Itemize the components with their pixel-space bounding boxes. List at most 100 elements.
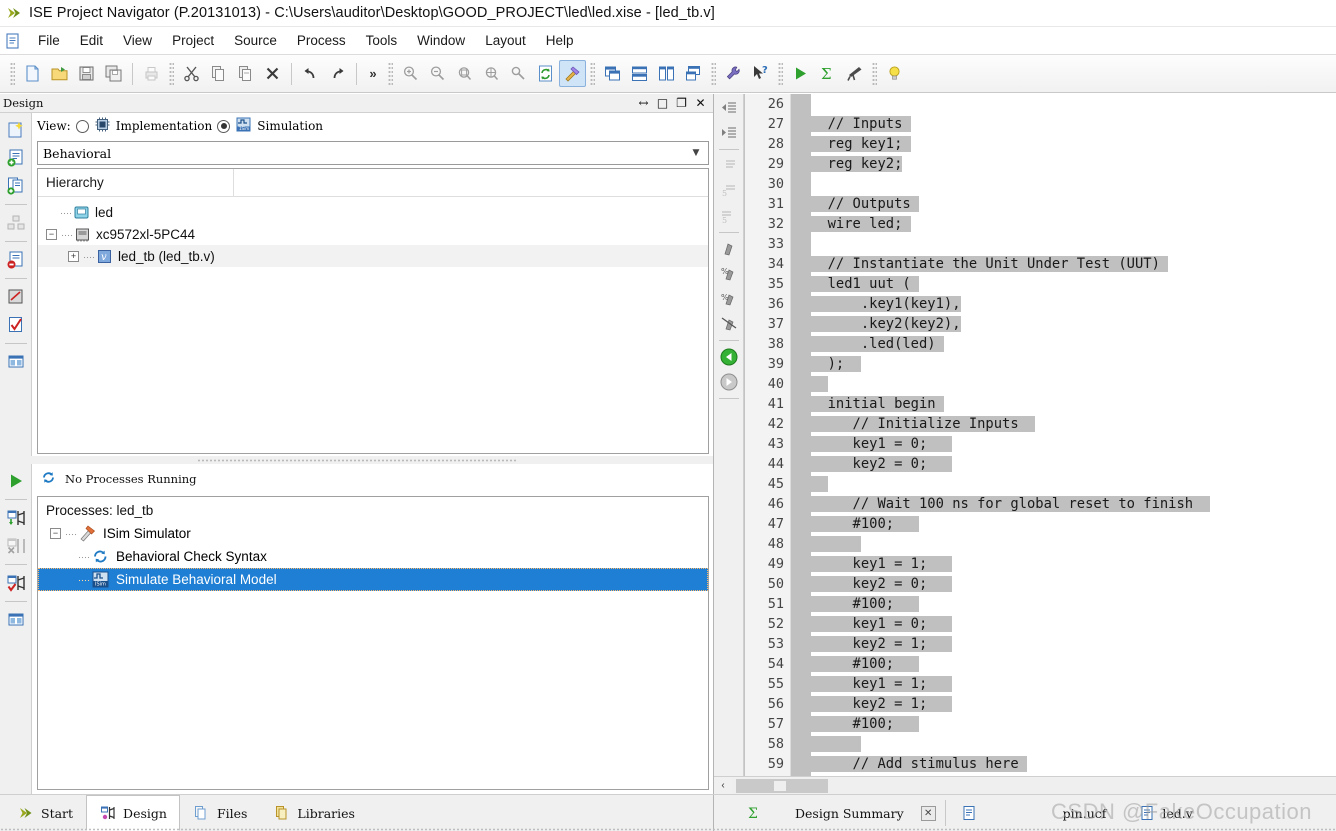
delete-x-icon[interactable]	[259, 60, 286, 87]
find-key-icon[interactable]	[505, 60, 532, 87]
code-line[interactable]: key2 = 1;	[791, 634, 1336, 654]
code-line[interactable]: key1 = 1;	[791, 674, 1336, 694]
tree-expand-toggle[interactable]: +	[68, 250, 79, 262]
tab-files[interactable]: Files	[180, 795, 260, 831]
back-arrow-icon[interactable]	[717, 345, 741, 369]
horizontal-splitter[interactable]	[0, 456, 713, 464]
tab-libraries[interactable]: Libraries	[260, 795, 368, 831]
open-folder-icon[interactable]	[46, 60, 73, 87]
code-line[interactable]: key1 = 1;	[791, 554, 1336, 574]
run-play-icon[interactable]	[787, 60, 814, 87]
forward-arrow-icon[interactable]	[717, 370, 741, 394]
wrench-settings-icon[interactable]	[720, 60, 747, 87]
code-line[interactable]	[791, 734, 1336, 754]
menu-item-tools[interactable]: Tools	[356, 30, 408, 51]
code-line[interactable]: initial begin	[791, 394, 1336, 414]
process-node-simulate-behavioral-model[interactable]: ISim Simulate Behavioral Model	[38, 568, 708, 591]
view-panel-icon[interactable]	[3, 349, 29, 375]
arrange-windows-icon[interactable]	[680, 60, 707, 87]
add-source-icon[interactable]	[3, 145, 29, 171]
summary-sigma-icon[interactable]: Σ	[814, 60, 841, 87]
behavioral-combo[interactable]: Behavioral ▼	[37, 141, 709, 165]
menu-item-project[interactable]: Project	[162, 30, 224, 51]
paste-icon[interactable]	[232, 60, 259, 87]
code-line[interactable]: #100;	[791, 514, 1336, 534]
next-bookmark-icon[interactable]: %	[717, 262, 741, 286]
code-line[interactable]: wire led;	[791, 214, 1336, 234]
tab-design[interactable]: Design	[86, 795, 180, 831]
clear-bookmarks-icon[interactable]	[717, 312, 741, 336]
outdent-icon[interactable]	[717, 96, 741, 120]
code-line[interactable]	[791, 94, 1336, 114]
rerun-process-icon[interactable]	[3, 505, 29, 531]
redo-icon[interactable]	[324, 60, 351, 87]
code-line[interactable]: );	[791, 354, 1336, 374]
zoom-out-icon[interactable]	[424, 60, 451, 87]
design-utilities-icon[interactable]	[3, 284, 29, 310]
code-line[interactable]: // Add stimulus here	[791, 754, 1336, 774]
code-line[interactable]: // Wait 100 ns for global reset to finis…	[791, 494, 1336, 514]
process-node-isim-simulator[interactable]: − ISim Simulator	[38, 522, 708, 545]
tile-vertically-icon[interactable]	[653, 60, 680, 87]
previous-bookmark-icon[interactable]: %	[717, 287, 741, 311]
menu-item-source[interactable]: Source	[224, 30, 287, 51]
code-line[interactable]: #100;	[791, 594, 1336, 614]
editor-tab-design-summary[interactable]: Σ Design Summary ✕	[722, 795, 941, 831]
close-icon[interactable]: ✕	[694, 96, 707, 110]
process-collapse-toggle[interactable]: −	[50, 528, 61, 539]
code-line[interactable]: // Initialize Inputs	[791, 414, 1336, 434]
chevron-down-icon[interactable]: ▼	[684, 142, 708, 164]
code-line[interactable]: #100;	[791, 654, 1336, 674]
refresh-icon[interactable]	[532, 60, 559, 87]
manage-configuration-icon[interactable]	[3, 210, 29, 236]
new-file-icon[interactable]	[19, 60, 46, 87]
cascade-windows-icon[interactable]	[599, 60, 626, 87]
code-line[interactable]: // Instantiate the Unit Under Test (UUT)	[791, 254, 1336, 274]
uncomment-icon[interactable]: 5	[717, 179, 741, 203]
toolbar-grip[interactable]	[10, 61, 15, 86]
menu-item-layout[interactable]: Layout	[475, 30, 536, 51]
code-line[interactable]: key2 = 1;	[791, 694, 1336, 714]
stop-process-icon[interactable]	[3, 533, 29, 559]
menu-item-view[interactable]: View	[113, 30, 162, 51]
code-line[interactable]: reg key2;	[791, 154, 1336, 174]
toolbar-overflow-chevron[interactable]: »	[362, 66, 384, 81]
code-line[interactable]: reg key1;	[791, 134, 1336, 154]
rerun-all-icon[interactable]	[3, 570, 29, 596]
zoom-selection-icon[interactable]	[478, 60, 505, 87]
toolbar-grip-7[interactable]	[872, 61, 877, 86]
toolbar-grip-3[interactable]	[388, 61, 393, 86]
menu-item-edit[interactable]: Edit	[70, 30, 113, 51]
lightbulb-tip-icon[interactable]	[881, 60, 908, 87]
code-line[interactable]: #100;	[791, 714, 1336, 734]
tree-collapse-toggle[interactable]: −	[46, 228, 57, 240]
maximize-icon[interactable]: □	[656, 96, 669, 110]
design-summary-panel-icon[interactable]	[3, 607, 29, 633]
code-line[interactable]: .key2(key2),	[791, 314, 1336, 334]
comment-icon[interactable]	[717, 154, 741, 178]
toolbar-grip-2[interactable]	[169, 61, 174, 86]
save-all-icon[interactable]	[100, 60, 127, 87]
indent-icon[interactable]	[717, 121, 741, 145]
tree-node-device[interactable]: − xc9572xl-5PC44	[38, 223, 708, 245]
bookmark-icon[interactable]	[717, 237, 741, 261]
menu-item-window[interactable]: Window	[407, 30, 475, 51]
undo-icon[interactable]	[297, 60, 324, 87]
copy-icon[interactable]	[205, 60, 232, 87]
menu-item-help[interactable]: Help	[536, 30, 584, 51]
dock-resize-icon[interactable]: ↔	[637, 96, 650, 110]
scrollbar-thumb[interactable]	[736, 778, 828, 793]
editor-tab-pin-ucf[interactable]: pin.ucf	[950, 795, 1120, 831]
code-line[interactable]: // Outputs	[791, 194, 1336, 214]
code-line[interactable]: key1 = 0;	[791, 614, 1336, 634]
new-source-icon[interactable]	[3, 117, 29, 143]
run-process-icon[interactable]	[3, 468, 29, 494]
radio-implementation[interactable]	[75, 119, 89, 133]
code-line[interactable]: .led(led)	[791, 334, 1336, 354]
tree-node-led[interactable]: led	[38, 201, 708, 223]
code-line[interactable]	[791, 474, 1336, 494]
toolbar-grip-4[interactable]	[590, 61, 595, 86]
cut-scissors-icon[interactable]	[178, 60, 205, 87]
code-area[interactable]: 26 27 28 29 30 31 32 33 34 35 36 37 38 39 40 41 42 43 44 45…	[744, 94, 1336, 776]
toggle-comment-icon[interactable]: 5	[717, 204, 741, 228]
